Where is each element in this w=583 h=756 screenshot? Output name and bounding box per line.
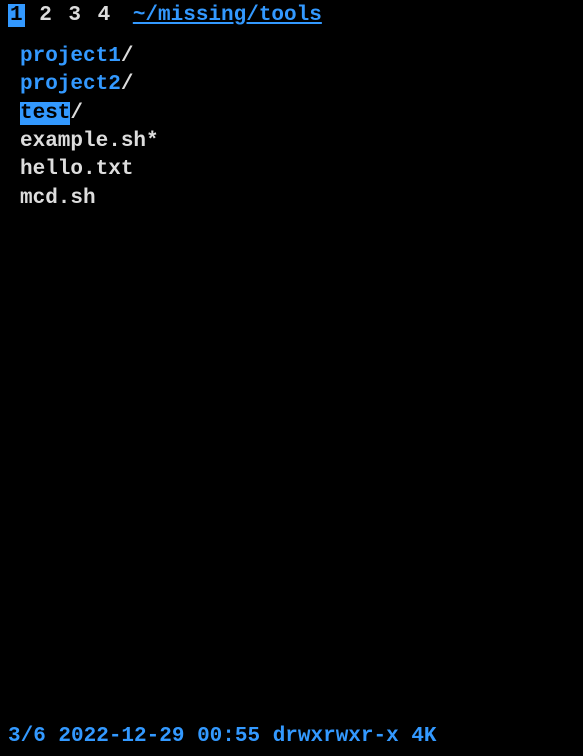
file-listing: project1/ project2/ test/ example.sh* he… — [0, 31, 583, 721]
entry-suffix: * — [146, 130, 159, 153]
tab-2[interactable]: 2 — [37, 4, 54, 27]
status-time: 00:55 — [197, 725, 260, 748]
tab-3[interactable]: 3 — [66, 4, 83, 27]
list-item[interactable]: mcd.sh — [20, 185, 575, 213]
list-item-selected[interactable]: test/ — [20, 100, 575, 128]
entry-name: mcd.sh — [20, 187, 96, 210]
entry-suffix: / — [121, 73, 134, 96]
entry-suffix: / — [70, 102, 83, 125]
list-item[interactable]: project2/ — [20, 71, 575, 99]
header-bar: 1 2 3 4 ~/missing/tools — [0, 0, 583, 31]
entry-name: project1 — [20, 45, 121, 68]
entry-name: project2 — [20, 73, 121, 96]
status-size: 4K — [411, 725, 436, 748]
status-bar: 3/6 2022-12-29 00:55 drwxrwxr-x 4K — [0, 721, 583, 756]
status-position: 3/6 — [8, 725, 46, 748]
current-path[interactable]: ~/missing/tools — [133, 4, 322, 27]
entry-suffix: / — [121, 45, 134, 68]
list-item[interactable]: hello.txt — [20, 156, 575, 184]
entry-name: test — [20, 102, 70, 125]
list-item[interactable]: project1/ — [20, 43, 575, 71]
list-item[interactable]: example.sh* — [20, 128, 575, 156]
entry-name: example.sh — [20, 130, 146, 153]
status-permissions: drwxrwxr-x — [273, 725, 399, 748]
status-date: 2022-12-29 — [58, 725, 184, 748]
tab-4[interactable]: 4 — [96, 4, 113, 27]
tab-1[interactable]: 1 — [8, 4, 25, 27]
entry-name: hello.txt — [20, 158, 133, 181]
